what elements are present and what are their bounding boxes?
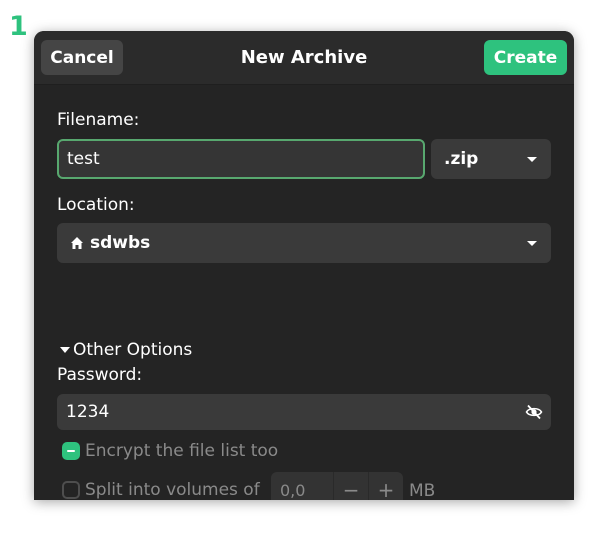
password-label: Password: <box>57 365 143 385</box>
step-number: 1 <box>9 11 28 42</box>
filename-input[interactable]: test <box>57 139 425 179</box>
eye-off-icon[interactable] <box>525 403 543 421</box>
new-archive-dialog: Cancel New Archive Create Filename: test… <box>34 31 574 500</box>
increment-button[interactable]: + <box>368 472 403 500</box>
split-volumes-option[interactable]: Split into volumes of <box>62 480 260 500</box>
decrement-button[interactable]: − <box>333 472 368 500</box>
chevron-down-icon <box>527 241 537 246</box>
volume-unit-label: MB <box>409 481 436 500</box>
header-bar: Cancel New Archive Create <box>34 31 574 85</box>
password-input[interactable]: 1234 <box>57 394 551 430</box>
location-dropdown[interactable]: sdwbs <box>57 223 551 263</box>
home-icon <box>70 236 84 250</box>
split-label: Split into volumes of <box>85 480 260 500</box>
expander-arrow-icon <box>60 347 70 353</box>
other-options-expander[interactable]: Other Options <box>60 340 192 360</box>
cancel-button[interactable]: Cancel <box>41 40 123 75</box>
extension-value: .zip <box>444 149 479 169</box>
split-checkbox[interactable] <box>62 481 80 499</box>
extension-dropdown[interactable]: .zip <box>431 139 551 179</box>
location-label: Location: <box>57 195 135 215</box>
dialog-body: Filename: test .zip Location: sdwbs Othe… <box>34 85 574 500</box>
chevron-down-icon <box>527 157 537 162</box>
other-options-label: Other Options <box>73 340 193 360</box>
encrypt-label: Encrypt the file list too <box>85 441 279 461</box>
password-value: 1234 <box>66 402 110 422</box>
location-value: sdwbs <box>90 233 151 253</box>
encrypt-checkbox[interactable] <box>62 442 80 460</box>
filename-value: test <box>67 149 100 169</box>
volume-size-spinbutton[interactable]: 0,0 − + <box>271 472 403 500</box>
volume-size-value[interactable]: 0,0 <box>271 472 333 500</box>
filename-label: Filename: <box>57 110 140 130</box>
encrypt-file-list-option[interactable]: Encrypt the file list too <box>62 441 278 461</box>
create-button[interactable]: Create <box>484 40 567 75</box>
